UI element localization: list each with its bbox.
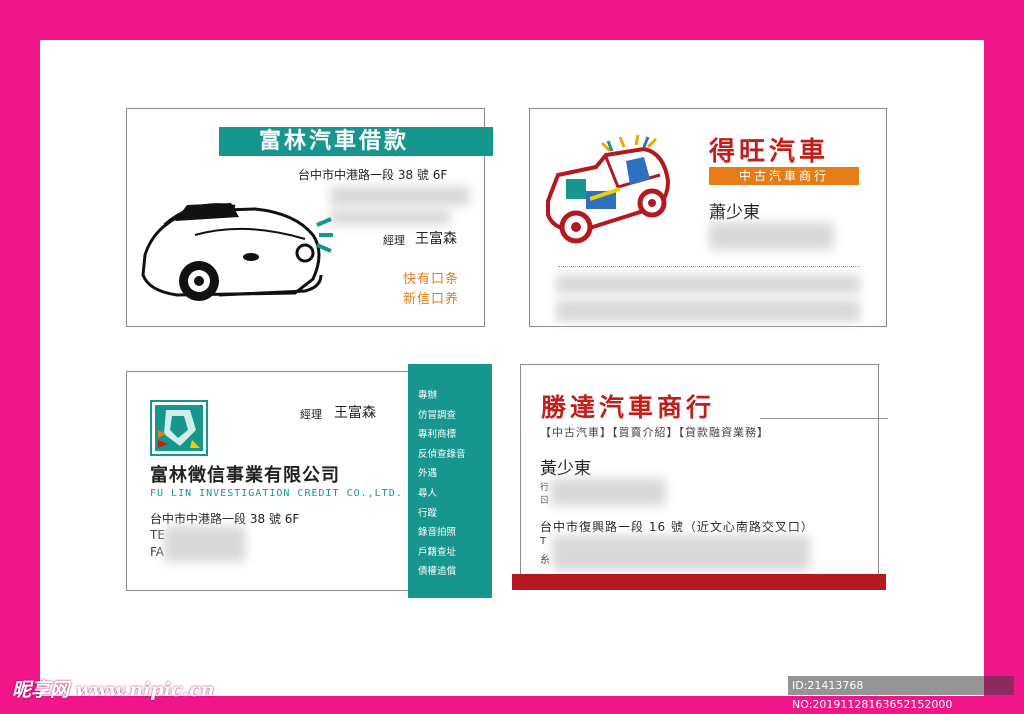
card4-row-c: T	[540, 536, 547, 547]
card4-blurred-phone	[552, 535, 810, 571]
card3-address: 台中市中港路一段 38 號 6F	[150, 512, 300, 526]
card1-stamp-line1: 快有口条	[403, 272, 460, 287]
card4-tags: 【中古汽車】【買賣介紹】【貸款融資業務】	[540, 426, 769, 439]
card4-title: 勝達汽車商行	[541, 393, 716, 422]
card4-address: 台中市復興路一段 16 號（近文心南路交叉口）	[540, 520, 814, 534]
watermark-logo: 昵享网 www.nipic.cn	[12, 679, 215, 701]
card4-blurred-title	[550, 478, 666, 506]
card1-stamp-line2: 新信口养	[403, 292, 460, 307]
card2-subtitle: 中古汽車商行	[738, 169, 829, 183]
card1-blurred-phone	[330, 186, 470, 206]
watermark-id: ID:21413768 NO:20191128163652152000	[788, 676, 1014, 711]
card2-blurred-address	[556, 274, 860, 294]
colorful-car-icon	[546, 135, 671, 244]
card3-service-item: 錄音拍照	[418, 527, 457, 539]
card2-dotted-divider	[558, 266, 860, 267]
investigation-logo-icon	[150, 400, 208, 456]
card3-service-item: 債權追償	[418, 566, 457, 578]
card3-service-item: 專辦	[418, 390, 438, 401]
card3-role: 經理	[300, 408, 322, 421]
card4-row-b: ㄖ	[540, 496, 550, 506]
card4-name: 黃少東	[540, 459, 591, 479]
convertible-car-icon	[141, 203, 333, 301]
card3-tel-prefix: TE	[150, 528, 165, 542]
card3-company: 富林徵信事業有限公司	[150, 465, 340, 486]
card3-service-item: 行蹤	[418, 507, 438, 519]
card1-name: 王富森	[415, 231, 457, 247]
card1-address: 台中市中港路一段 38 號 6F	[298, 168, 448, 182]
card4-row-d: 糸	[540, 555, 550, 566]
card3-service-item: 尋人	[418, 488, 438, 499]
card3-service-item: 外遇	[418, 468, 438, 480]
card2-title: 得旺汽車	[709, 137, 830, 167]
card3-fax-prefix: FA	[150, 545, 165, 559]
card2-name: 蕭少東	[709, 203, 760, 223]
card4-title-rule	[760, 418, 888, 419]
card4-row-a: 行	[540, 483, 550, 493]
card3-blurred-phone-fax	[164, 526, 246, 562]
card4-bottom-bar	[512, 574, 886, 590]
card3-name: 王富森	[334, 405, 376, 421]
card3-service-item: 專利商標	[418, 429, 457, 441]
card1-role: 經理	[383, 234, 405, 247]
card2-blurred-title	[709, 222, 834, 250]
card1-title: 富林汽車借款	[258, 129, 409, 154]
card3-company-en: FU LIN INVESTIGATION CREDIT CO.,LTD.	[150, 488, 403, 499]
card2-blurred-phone	[556, 300, 860, 322]
card1-blurred-fax	[330, 209, 450, 225]
card3-service-item: 仿冒調查	[418, 409, 457, 421]
card3-service-item: 反偵查錄音	[418, 448, 466, 460]
card3-service-item: 戶籍查址	[418, 546, 457, 558]
